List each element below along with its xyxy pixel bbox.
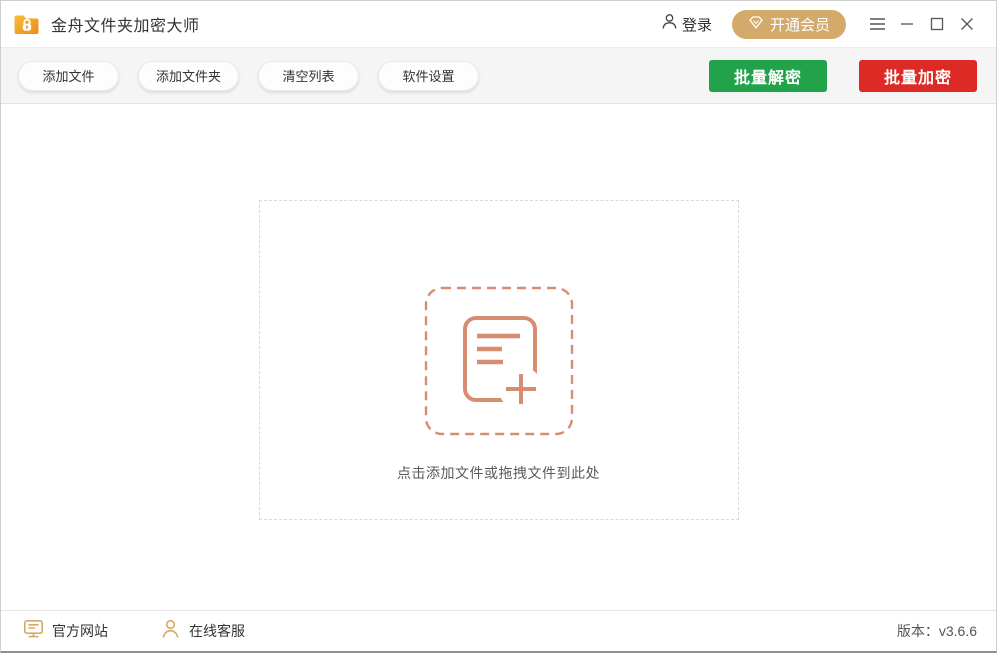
batch-decrypt-button[interactable]: 批量解密 xyxy=(709,60,827,92)
person-icon xyxy=(661,13,678,35)
statusbar: 官方网站 在线客服 版本：v3.6.6 xyxy=(1,610,996,651)
online-support-label: 在线客服 xyxy=(189,621,245,641)
batch-encrypt-button[interactable]: 批量加密 xyxy=(859,60,977,92)
app-folder-lock-icon xyxy=(13,12,41,36)
app-title: 金舟文件夹加密大师 xyxy=(51,12,200,36)
login-button[interactable]: 登录 xyxy=(661,13,712,35)
gem-icon xyxy=(748,14,764,34)
batch-actions: 批量解密 批量加密 xyxy=(709,60,977,92)
membership-label: 开通会员 xyxy=(770,14,830,35)
add-folder-button[interactable]: 添加文件夹 xyxy=(138,61,239,91)
app-window: 金舟文件夹加密大师 登录 开通会员 xyxy=(0,0,997,653)
toolbar: 添加文件 添加文件夹 清空列表 软件设置 批量解密 批量加密 xyxy=(1,48,996,104)
window-controls xyxy=(862,9,982,39)
add-document-icon xyxy=(424,286,574,436)
add-file-button[interactable]: 添加文件 xyxy=(18,61,119,91)
clear-list-button[interactable]: 清空列表 xyxy=(258,61,359,91)
official-website-link[interactable]: 官方网站 xyxy=(23,618,108,644)
file-dropzone[interactable]: 点击添加文件或拖拽文件到此处 xyxy=(259,200,739,520)
maximize-icon[interactable] xyxy=(922,9,952,39)
titlebar: 金舟文件夹加密大师 登录 开通会员 xyxy=(1,1,996,48)
close-icon[interactable] xyxy=(952,9,982,39)
login-label: 登录 xyxy=(682,14,712,35)
open-membership-button[interactable]: 开通会员 xyxy=(732,10,846,39)
settings-button[interactable]: 软件设置 xyxy=(378,61,479,91)
online-support-link[interactable]: 在线客服 xyxy=(160,618,245,644)
version-label: 版本：v3.6.6 xyxy=(897,621,977,641)
support-person-icon xyxy=(160,618,181,644)
titlebar-actions: 登录 开通会员 xyxy=(661,9,982,39)
monitor-icon xyxy=(23,618,44,644)
official-website-label: 官方网站 xyxy=(52,621,108,641)
menu-icon[interactable] xyxy=(862,9,892,39)
main-area: 点击添加文件或拖拽文件到此处 xyxy=(1,104,996,610)
dropzone-hint: 点击添加文件或拖拽文件到此处 xyxy=(397,463,600,483)
minimize-icon[interactable] xyxy=(892,9,922,39)
